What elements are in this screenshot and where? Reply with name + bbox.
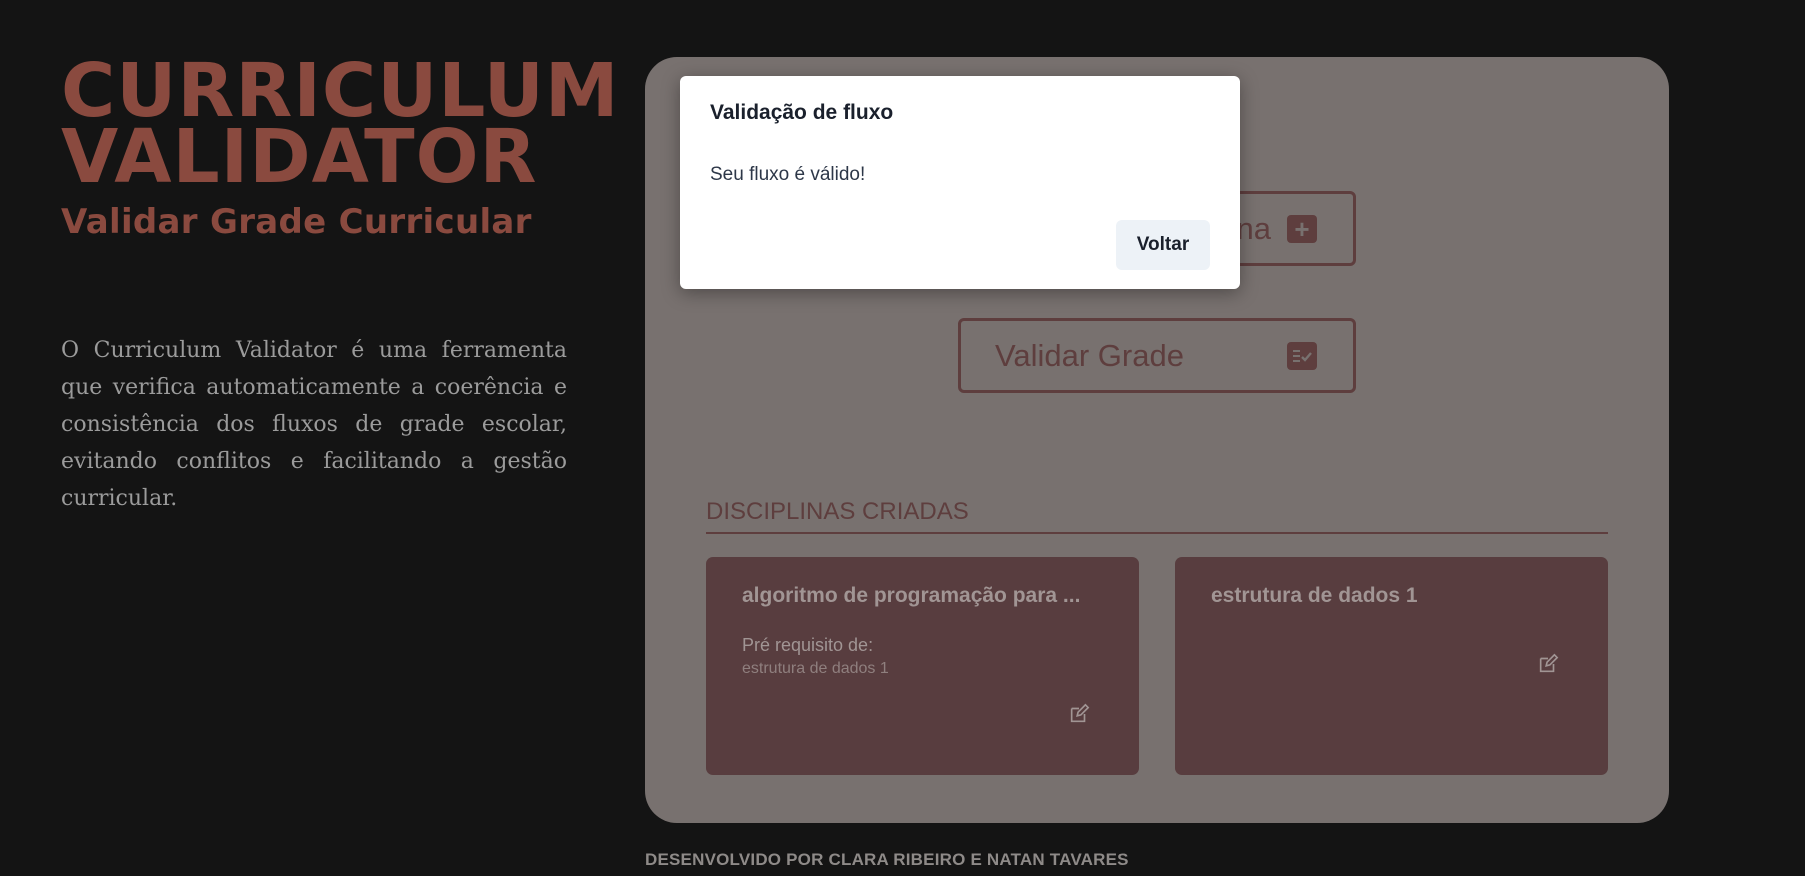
discipline-card-title: algoritmo de programação para ...	[742, 584, 1081, 607]
modal-title: Validação de fluxo	[710, 101, 894, 124]
footer-credits: DESENVOLVIDO POR CLARA RIBEIRO E NATAN T…	[645, 850, 1129, 869]
validation-modal: Validação de fluxo Seu fluxo é válido! V…	[680, 76, 1240, 289]
plus-square-icon: +	[1287, 214, 1317, 243]
app-title-line2: VALIDATOR	[61, 114, 538, 200]
app-title: CURRICULUM VALIDATOR	[61, 54, 619, 200]
validate-grade-button[interactable]: Validar Grade	[958, 318, 1356, 393]
discipline-card-title: estrutura de dados 1	[1211, 584, 1418, 607]
discipline-card: algoritmo de programação para ... Pré re…	[706, 557, 1139, 775]
checklist-icon	[1287, 341, 1317, 370]
edit-icon[interactable]	[1068, 703, 1090, 725]
prerequisite-value: estrutura de dados 1	[742, 660, 889, 677]
discipline-card: estrutura de dados 1	[1175, 557, 1608, 775]
app-description: O Curriculum Validator é uma ferramenta …	[61, 338, 567, 511]
modal-message: Seu fluxo é válido!	[710, 164, 866, 185]
prerequisite-label: Pré requisito de:	[742, 635, 874, 655]
back-button[interactable]: Voltar	[1116, 220, 1210, 270]
section-title-disciplines: DISCIPLINAS CRIADAS	[706, 498, 1608, 534]
validate-grade-label: Validar Grade	[995, 337, 1184, 373]
app-subtitle: Validar Grade Curricular	[61, 202, 532, 242]
edit-icon[interactable]	[1537, 653, 1559, 675]
add-discipline-label-fragment: na	[1236, 210, 1271, 246]
hero: CURRICULUM VALIDATOR Validar Grade Curri…	[61, 54, 619, 242]
